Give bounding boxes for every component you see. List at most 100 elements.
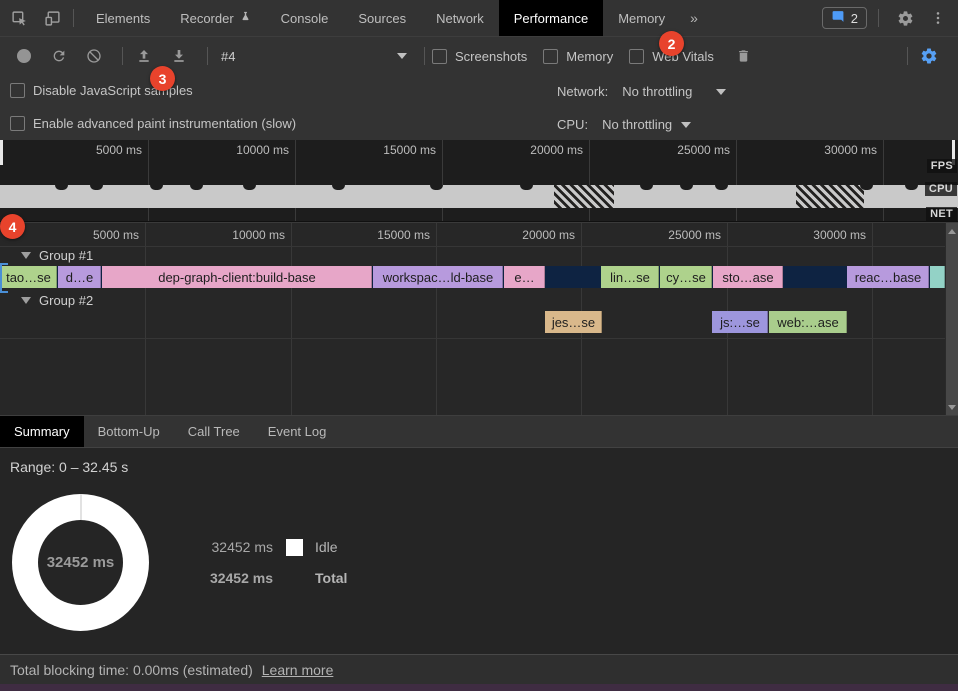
flame-bar[interactable]: cy…se <box>660 266 712 288</box>
cpu-dip <box>55 185 68 190</box>
flame-bar[interactable] <box>930 266 945 288</box>
legend-row-idle: 32452 ms Idle <box>193 538 338 556</box>
time-tick-label: 25000 ms <box>677 143 730 157</box>
group1-track[interactable]: tao…sed…edep-graph-client:build-basework… <box>0 266 945 288</box>
issues-counter[interactable]: 2 <box>822 7 867 29</box>
tab-recorder[interactable]: Recorder <box>165 0 265 36</box>
device-toolbar-icon[interactable] <box>38 4 66 32</box>
learn-more-link[interactable]: Learn more <box>262 662 334 678</box>
cpu-dip <box>150 185 163 190</box>
tab-label: Elements <box>96 11 150 26</box>
more-tabs-chevron[interactable]: » <box>680 10 708 26</box>
time-tick-label: 30000 ms <box>824 143 877 157</box>
fps-lane-label: FPS <box>927 159 957 173</box>
paint-instrumentation-checkbox[interactable] <box>10 116 25 131</box>
time-tick-label: 10000 ms <box>236 143 289 157</box>
tab-label: Call Tree <box>188 424 240 439</box>
screenshots-label[interactable]: Screenshots <box>455 49 527 64</box>
record-button[interactable] <box>10 42 38 70</box>
group2-track[interactable]: jes…se js:…seweb:…ase <box>0 311 945 333</box>
memory-label[interactable]: Memory <box>566 49 613 64</box>
divider <box>878 9 879 27</box>
reload-and-record-button[interactable] <box>45 42 73 70</box>
cpu-dip <box>243 185 256 190</box>
gridline <box>589 140 590 221</box>
clear-button[interactable] <box>80 42 108 70</box>
tab-label: Recorder <box>180 11 233 26</box>
time-tick-label: 15000 ms <box>383 143 436 157</box>
time-tick-label: 10000 ms <box>232 228 285 242</box>
network-label: Network: <box>557 84 608 99</box>
flame-bar[interactable]: sto…ase <box>713 266 783 288</box>
history-dropdown[interactable]: #4 <box>221 49 407 64</box>
web-vitals-checkbox[interactable] <box>629 49 644 64</box>
legend-idle-value: 32452 ms <box>193 539 273 555</box>
divider <box>424 47 425 65</box>
cpu-dip <box>430 185 443 190</box>
tab-sources[interactable]: Sources <box>343 0 421 36</box>
cpu-dip <box>680 185 693 190</box>
tab-summary[interactable]: Summary <box>0 416 84 447</box>
summary-donut-chart: 32452 ms <box>12 494 149 631</box>
flame-chart[interactable]: 5000 ms10000 ms15000 ms20000 ms25000 ms3… <box>0 222 958 415</box>
divider <box>122 47 123 65</box>
flame-bar[interactable]: reac…base <box>847 266 929 288</box>
tab-label: Summary <box>14 424 70 439</box>
tab-network[interactable]: Network <box>421 0 499 36</box>
tab-bottom-up[interactable]: Bottom-Up <box>84 416 174 447</box>
gridline <box>442 140 443 221</box>
tab-label: Console <box>281 11 329 26</box>
flame-bar[interactable]: dep-graph-client:build-base <box>102 266 372 288</box>
devtools-window: Elements Recorder Console Sources Networ… <box>0 0 958 691</box>
paint-instrumentation-label[interactable]: Enable advanced paint instrumentation (s… <box>33 116 296 131</box>
memory-checkbox[interactable] <box>543 49 558 64</box>
step-badge-4: 4 <box>0 214 25 239</box>
group1-header[interactable]: Group #1 <box>21 248 93 263</box>
cpu-label: CPU: <box>557 117 588 132</box>
tab-label: Network <box>436 11 484 26</box>
time-tick-label: 25000 ms <box>668 228 721 242</box>
flame-bar[interactable]: e… <box>504 266 545 288</box>
summary-panel: Range: 0 – 32.45 s 32452 ms 32452 ms Idl… <box>0 448 958 654</box>
collapse-triangle-icon <box>21 297 31 304</box>
inspect-element-icon[interactable] <box>5 4 33 32</box>
screenshots-checkbox[interactable] <box>432 49 447 64</box>
vertical-scrollbar[interactable] <box>945 223 958 415</box>
timeline-overview[interactable]: 5000 ms10000 ms15000 ms20000 ms25000 ms3… <box>0 140 958 222</box>
window-edge-strip <box>0 684 958 691</box>
tab-elements[interactable]: Elements <box>81 0 165 36</box>
cpu-lane-label: CPU <box>925 182 957 196</box>
flame-bar[interactable]: d…e <box>58 266 101 288</box>
tab-event-log[interactable]: Event Log <box>254 416 341 447</box>
flame-bar[interactable]: jes…se <box>545 311 602 333</box>
network-throttling-select[interactable]: Network: No throttling <box>557 84 726 99</box>
performance-toolbar: #4 Screenshots Memory Web Vitals <box>0 37 958 75</box>
trash-icon[interactable] <box>730 42 758 70</box>
flame-bar[interactable]: workspac…ld-base <box>373 266 503 288</box>
scroll-down-arrow-icon[interactable] <box>948 405 956 410</box>
flame-bar[interactable]: tao…se <box>0 266 57 288</box>
flame-bar[interactable]: lin…se <box>601 266 659 288</box>
save-profile-icon[interactable] <box>165 42 193 70</box>
overview-left-handle[interactable] <box>0 140 3 165</box>
flame-bar[interactable]: js:…se <box>712 311 768 333</box>
tab-label: Sources <box>358 11 406 26</box>
history-selected-value: #4 <box>221 49 235 64</box>
capture-settings-gear-icon[interactable] <box>915 42 943 70</box>
group2-label: Group #2 <box>39 293 93 308</box>
disable-js-checkbox[interactable] <box>10 83 25 98</box>
legend-total-value: 32452 ms <box>193 570 273 586</box>
issues-count: 2 <box>851 11 858 26</box>
tab-call-tree[interactable]: Call Tree <box>174 416 254 447</box>
net-lane-label: NET <box>926 207 957 221</box>
scroll-up-arrow-icon[interactable] <box>948 229 956 234</box>
chevron-down-icon <box>681 122 691 128</box>
load-profile-icon[interactable] <box>130 42 158 70</box>
gear-icon[interactable] <box>891 4 919 32</box>
cpu-throttling-select[interactable]: CPU: No throttling <box>557 117 691 132</box>
kebab-menu-icon[interactable] <box>924 4 952 32</box>
flame-bar[interactable]: web:…ase <box>769 311 847 333</box>
group2-header[interactable]: Group #2 <box>21 293 93 308</box>
tab-performance[interactable]: Performance <box>499 0 603 36</box>
tab-console[interactable]: Console <box>266 0 344 36</box>
